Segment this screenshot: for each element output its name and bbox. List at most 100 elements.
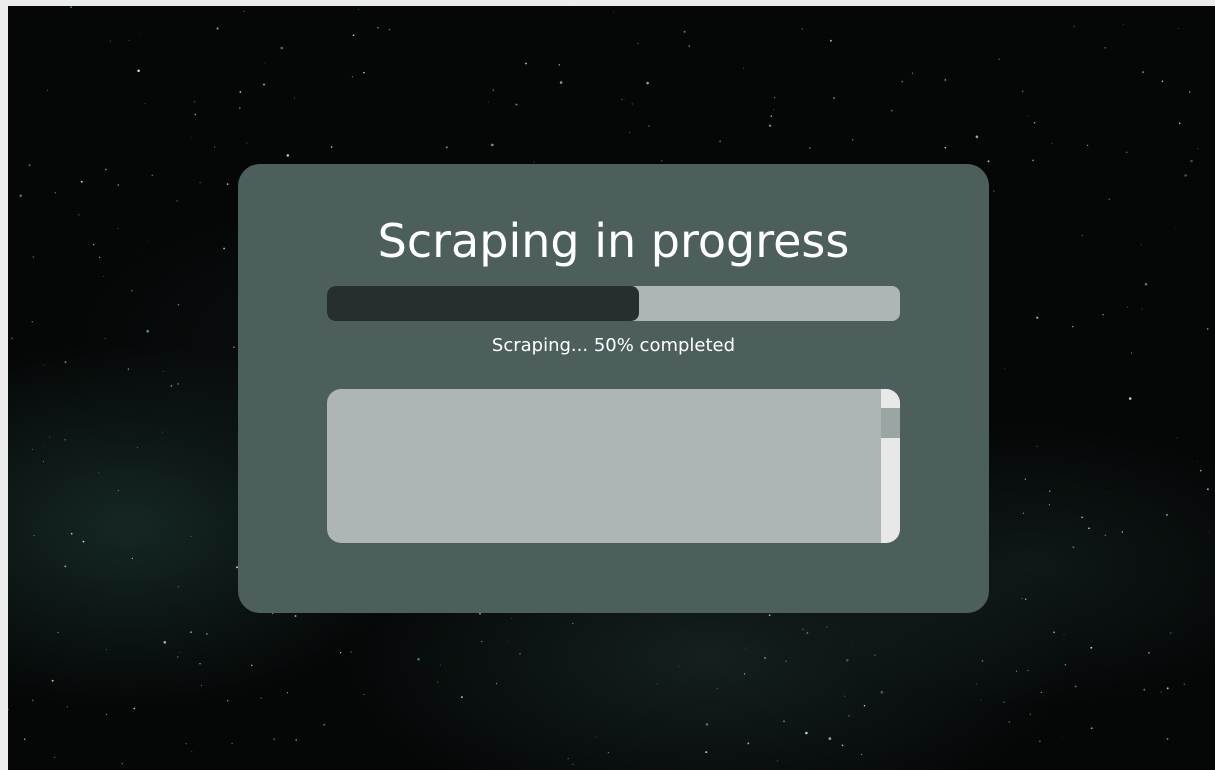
star xyxy=(569,6,571,8)
star xyxy=(1036,445,1038,448)
star xyxy=(863,705,866,707)
star xyxy=(43,364,45,366)
star xyxy=(128,40,130,42)
star xyxy=(656,683,658,685)
star xyxy=(199,181,201,184)
star xyxy=(572,622,574,625)
star xyxy=(1176,437,1178,439)
star xyxy=(226,183,229,185)
star xyxy=(223,247,225,250)
star xyxy=(833,97,835,99)
star xyxy=(1024,598,1027,600)
star xyxy=(1197,460,1198,462)
star xyxy=(185,743,187,745)
star xyxy=(351,76,353,78)
star xyxy=(8,709,9,710)
star xyxy=(783,720,785,722)
star xyxy=(177,383,179,385)
star xyxy=(1022,512,1024,514)
star xyxy=(975,135,979,139)
star xyxy=(130,289,133,292)
star xyxy=(525,62,527,65)
star xyxy=(773,108,775,111)
star xyxy=(808,147,811,150)
star xyxy=(214,146,216,148)
star xyxy=(11,337,13,339)
star xyxy=(272,613,274,615)
star xyxy=(147,240,149,242)
star xyxy=(439,664,441,666)
star xyxy=(1127,306,1128,308)
star xyxy=(363,693,365,695)
star xyxy=(70,532,73,535)
star xyxy=(801,628,804,631)
star xyxy=(70,6,72,9)
star xyxy=(177,656,179,658)
star xyxy=(251,664,253,667)
star xyxy=(479,613,481,615)
star xyxy=(190,631,192,634)
star xyxy=(481,640,483,643)
star xyxy=(1081,516,1083,519)
space-background: Scraping in progress Scraping... 50% com… xyxy=(8,6,1215,770)
star xyxy=(1199,469,1202,472)
star xyxy=(104,338,106,340)
star xyxy=(64,565,67,568)
star xyxy=(330,146,333,148)
star xyxy=(54,756,56,758)
star xyxy=(567,757,569,760)
star xyxy=(103,276,104,278)
star xyxy=(133,707,136,710)
star xyxy=(1090,646,1093,649)
log-scrollbar-thumb[interactable] xyxy=(881,408,900,438)
star xyxy=(1166,738,1169,740)
star xyxy=(216,27,219,30)
star xyxy=(1102,313,1104,316)
star xyxy=(688,45,690,47)
star xyxy=(1160,691,1162,693)
star xyxy=(49,436,50,438)
star xyxy=(745,647,747,649)
log-scrollbar[interactable] xyxy=(881,389,900,543)
star xyxy=(841,744,844,747)
star xyxy=(294,615,297,617)
star xyxy=(142,252,143,254)
star xyxy=(239,107,241,109)
star xyxy=(1072,546,1075,549)
star xyxy=(1109,492,1111,493)
star xyxy=(743,673,746,675)
star xyxy=(785,660,787,663)
star xyxy=(621,98,623,101)
star xyxy=(1027,670,1029,672)
star xyxy=(1049,490,1051,492)
star xyxy=(32,256,35,258)
star xyxy=(1062,737,1064,739)
star xyxy=(1063,634,1065,636)
star xyxy=(137,447,139,449)
star xyxy=(179,651,181,653)
star xyxy=(976,683,978,685)
star xyxy=(417,658,420,661)
star xyxy=(78,214,80,216)
star xyxy=(1086,144,1089,146)
log-output-box xyxy=(327,389,900,543)
star xyxy=(191,750,193,753)
star xyxy=(1024,478,1026,480)
star xyxy=(683,30,686,33)
star xyxy=(515,103,518,106)
star xyxy=(286,692,288,694)
star xyxy=(57,632,59,634)
star xyxy=(890,109,893,112)
star xyxy=(54,191,57,194)
star xyxy=(1008,721,1010,723)
star xyxy=(1178,122,1181,124)
star xyxy=(105,649,107,651)
star xyxy=(1169,632,1172,634)
star xyxy=(286,154,290,157)
star xyxy=(776,760,779,762)
star xyxy=(295,739,298,741)
star xyxy=(151,174,154,177)
star xyxy=(661,160,663,162)
star xyxy=(206,633,208,635)
star xyxy=(901,80,904,83)
